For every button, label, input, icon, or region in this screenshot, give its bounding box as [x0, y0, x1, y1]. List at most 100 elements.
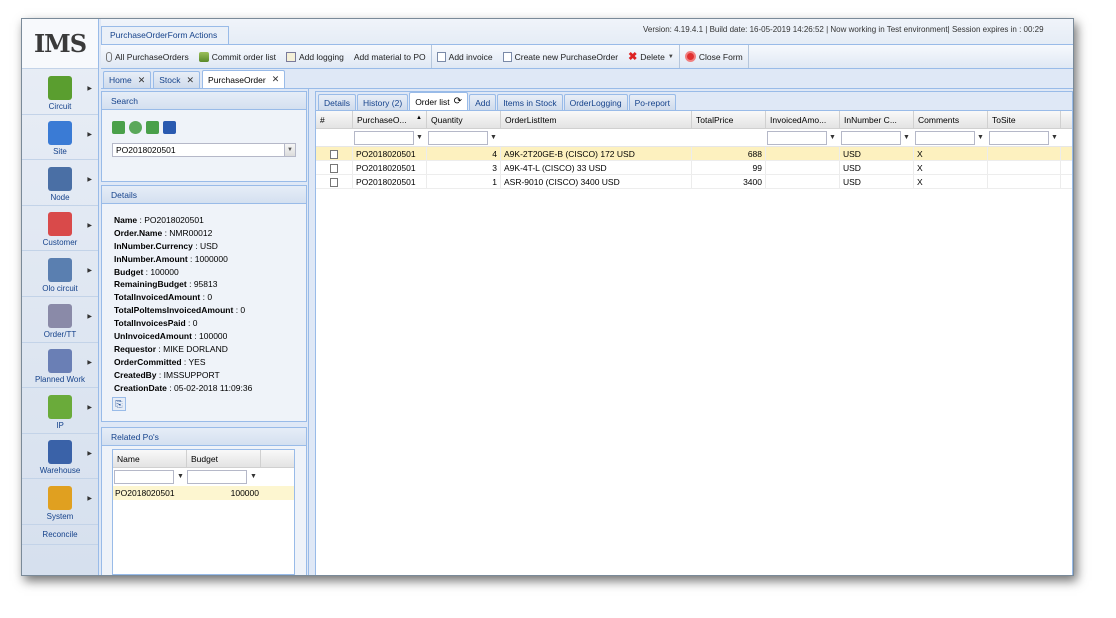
tosite-filter-input[interactable] — [989, 130, 1049, 145]
nav-item-label: Order/TT — [43, 329, 77, 339]
filter-icon[interactable]: ▼ — [902, 131, 911, 145]
refresh-icon[interactable]: ⟳ — [454, 96, 462, 107]
cell-invoiced — [766, 175, 840, 188]
column-header-to-site[interactable]: ToSite — [988, 111, 1061, 128]
delete-button[interactable]: ✖ Delete ▼ — [623, 45, 679, 68]
close-form-button[interactable]: Close Form — [678, 45, 749, 68]
all-purchase-orders-button[interactable]: All PurchaseOrders — [101, 45, 194, 68]
add-logging-button[interactable]: Add logging — [281, 45, 349, 68]
edit-document-icon[interactable] — [330, 164, 338, 173]
tab-stock[interactable]: Stock ✕ — [153, 71, 201, 88]
action-toolbar: All PurchaseOrders Commit order list Add… — [101, 44, 1073, 68]
nav-reconcile[interactable]: Reconcile — [22, 525, 98, 545]
paperclip-icon — [106, 51, 112, 62]
nav-item-system[interactable]: System ▶ — [22, 479, 98, 525]
detail-row: Requestor : MIKE DORLAND — [114, 343, 228, 354]
column-header-quantity[interactable]: Quantity — [427, 111, 501, 128]
circuit-icon — [48, 75, 72, 100]
cell-total: 3400 — [692, 175, 766, 188]
tab-po-report[interactable]: Po-report — [628, 94, 676, 110]
planned-work-icon — [48, 349, 72, 374]
add-invoice-button[interactable]: Add invoice — [430, 45, 498, 68]
column-header-name[interactable]: Name — [113, 450, 187, 467]
quantity-filter-input[interactable] — [428, 130, 488, 145]
column-header-budget[interactable]: Budget — [187, 450, 261, 467]
nav-item-olo-circuit[interactable]: Olo circuit ▶ — [22, 251, 98, 297]
filter-icon[interactable]: ▼ — [976, 131, 985, 145]
tab-order-logging[interactable]: OrderLogging — [563, 94, 628, 110]
nav-item-circuit[interactable]: Circuit ▶ — [22, 69, 98, 115]
create-purchase-order-button[interactable]: Create new PurchaseOrder — [498, 45, 623, 68]
table-row[interactable]: PO2018020501 1 ASR-9010 (CISCO) 3400 USD 34… — [316, 175, 1072, 189]
currency-filter-input[interactable] — [841, 130, 901, 145]
po-filter-input[interactable] — [354, 130, 414, 145]
cell-currency: USD — [840, 161, 914, 174]
filter-icon[interactable]: ▼ — [1050, 131, 1059, 145]
refresh-icon[interactable] — [129, 121, 142, 134]
detail-key: InNumber.Currency — [114, 240, 193, 251]
column-header-number[interactable]: # — [316, 111, 353, 128]
cell-po: PO2018020501 — [353, 147, 427, 160]
cell-invoiced — [766, 147, 840, 160]
detail-row: Order.Name : NMR00012 — [114, 227, 213, 238]
nav-item-order-tt[interactable]: Order/TT ▶ — [22, 297, 98, 343]
edit-document-icon[interactable] — [330, 150, 338, 159]
tab-add[interactable]: Add — [469, 94, 497, 110]
binoculars-icon[interactable] — [163, 121, 176, 134]
nav-item-ip[interactable]: IP ▶ — [22, 388, 98, 434]
detail-row: CreationDate : 05-02-2018 11:09:36 — [114, 382, 253, 393]
table-row[interactable]: PO2018020501 3 A9K-4T-L (CISCO) 33 USD 99 US… — [316, 161, 1072, 175]
name-filter-input[interactable] — [114, 470, 174, 484]
nav-item-label: Planned Work — [34, 375, 86, 385]
budget-filter-input[interactable] — [187, 470, 247, 484]
back-icon[interactable] — [112, 121, 125, 134]
tab-purchase-order[interactable]: PurchaseOrder ✕ — [202, 70, 286, 88]
tab-home[interactable]: Home ✕ — [103, 71, 152, 88]
nav-item-planned-work[interactable]: Planned Work ▶ — [22, 343, 98, 389]
detail-value: 0 — [240, 305, 246, 316]
filter-icon[interactable]: ▼ — [176, 470, 185, 486]
details-list: Name : PO2018020501 Order.Name : NMR00012… — [102, 204, 306, 395]
column-header-purchase-order[interactable]: PurchaseO... ▲ — [353, 111, 427, 128]
close-icon[interactable]: ✕ — [187, 75, 195, 86]
tab-history[interactable]: History (2) — [356, 94, 409, 110]
column-header-order-list-item[interactable]: OrderListItem — [501, 111, 692, 128]
column-header-comments[interactable]: Comments — [914, 111, 988, 128]
forward-icon[interactable] — [146, 121, 159, 134]
edit-document-icon[interactable] — [330, 178, 338, 187]
add-material-button[interactable]: Add material to PO — [349, 45, 431, 68]
column-header-invoiced-amount[interactable]: InvoicedAmo... — [766, 111, 840, 128]
close-icon[interactable]: ✕ — [272, 74, 280, 85]
detail-key: Order.Name — [114, 227, 163, 238]
tab-items-in-stock[interactable]: Items in Stock — [497, 94, 563, 110]
commit-order-list-button[interactable]: Commit order list — [194, 45, 281, 68]
detail-key: TotalPoItemsInvoicedAmount — [114, 305, 234, 316]
site-icon — [48, 121, 72, 146]
table-row[interactable]: PO2018020501 4 A9K-2T20GE-B (CISCO) 172 US… — [316, 147, 1072, 161]
search-input[interactable]: PO2018020501 ▼ — [112, 143, 296, 157]
table-row[interactable]: PO2018020501 100000 — [113, 486, 294, 500]
filter-icon[interactable]: ▼ — [415, 131, 424, 145]
detail-row: Name : PO2018020501 — [114, 215, 204, 225]
filter-icon[interactable]: ▼ — [249, 470, 258, 486]
filter-icon[interactable]: ▼ — [828, 131, 837, 145]
chevron-down-icon[interactable]: ▼ — [284, 144, 295, 156]
nav-item-node[interactable]: Node ▶ — [22, 160, 98, 206]
cell-tosite — [988, 161, 1061, 174]
cell-item: ASR-9010 (CISCO) 3400 USD — [501, 175, 692, 188]
nav-item-site[interactable]: Site ▶ — [22, 115, 98, 161]
tab-order-list[interactable]: Order list ⟳ — [409, 92, 469, 110]
comments-filter-input[interactable] — [915, 130, 975, 145]
column-header-total-price[interactable]: TotalPrice — [692, 111, 766, 128]
nav-item-warehouse[interactable]: Warehouse ▶ — [22, 434, 98, 480]
column-header-in-number-currency[interactable]: InNumber C... — [840, 111, 914, 128]
nav-item-label: Circuit — [48, 101, 72, 111]
chevron-right-icon: ▶ — [87, 86, 92, 92]
invoiced-filter-input[interactable] — [767, 130, 827, 145]
nav-item-customer[interactable]: Customer ▶ — [22, 206, 98, 252]
copy-icon[interactable]: ⎘ — [112, 397, 126, 412]
filter-icon[interactable]: ▼ — [489, 131, 498, 145]
panel-splitter[interactable] — [308, 89, 315, 575]
close-icon[interactable]: ✕ — [138, 75, 146, 86]
tab-details[interactable]: Details — [318, 94, 356, 110]
